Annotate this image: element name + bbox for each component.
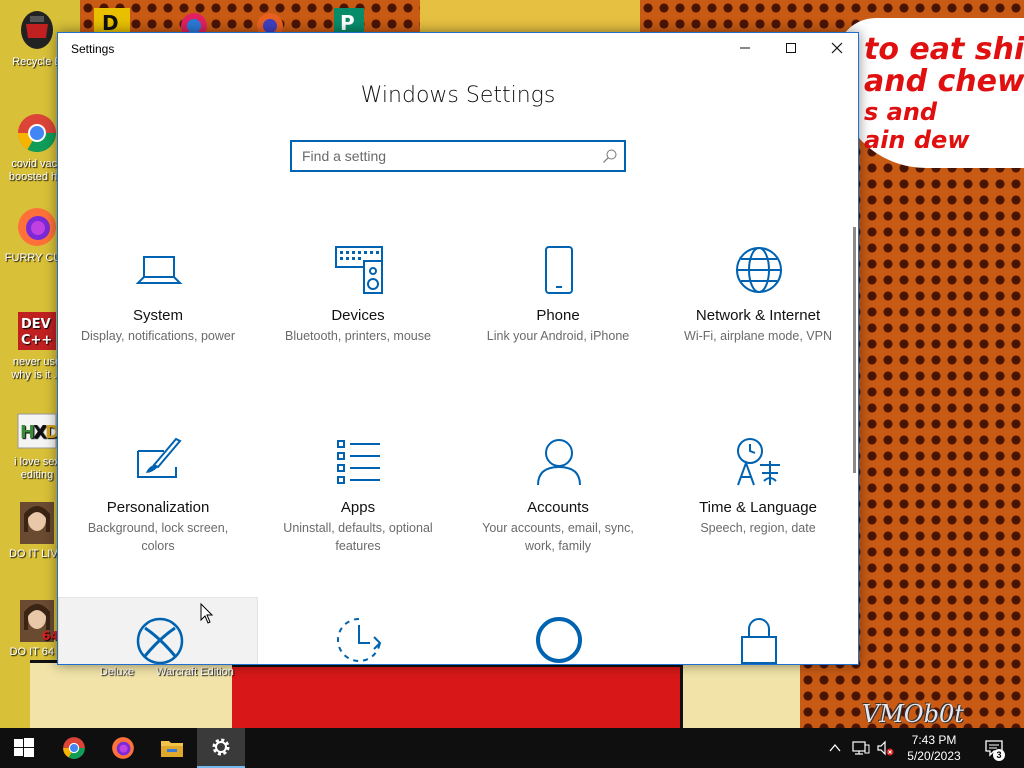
- minimize-icon: [740, 47, 750, 49]
- window-title: Settings: [71, 42, 115, 56]
- desktop-icon-label: Deluxe: [99, 666, 135, 678]
- cortana-circle-icon: [536, 617, 582, 663]
- search-icon[interactable]: [602, 148, 618, 164]
- tile-network-internet[interactable]: Network & Internet Wi-Fi, airplane mode,…: [658, 227, 858, 419]
- wallpaper-speech-bubble: to eat shit and chew s and ain dew: [836, 18, 1024, 168]
- firefox-icon: [18, 208, 56, 246]
- chrome-icon: [63, 737, 85, 759]
- taskbar-settings[interactable]: [197, 728, 245, 768]
- tile-label: System: [132, 307, 183, 324]
- close-icon: [831, 42, 843, 54]
- phone-icon: [545, 246, 573, 294]
- tile-time-language[interactable]: Time & Language Speech, region, date: [658, 419, 858, 611]
- speech-line-2: and chew: [864, 64, 1024, 99]
- taskbar: 7:43 PM 5/20/2023 3: [0, 728, 1024, 768]
- dev-cpp-icon: DEV C++: [18, 312, 56, 350]
- tile-devices[interactable]: Devices Bluetooth, printers, mouse: [258, 227, 458, 419]
- time-language-icon: [737, 438, 780, 486]
- notification-badge: 3: [993, 749, 1005, 761]
- settings-window: Settings Windows Settings System Display…: [57, 32, 859, 665]
- wallpaper-leg-right: [680, 664, 800, 728]
- tile-label: Phone: [536, 307, 580, 324]
- svg-text:C++: C++: [21, 333, 52, 348]
- svg-text:64: 64: [42, 629, 58, 642]
- hxd-icon: H X D: [17, 413, 58, 449]
- search-box[interactable]: [290, 140, 626, 172]
- speech-line-1: to eat shit: [864, 32, 1024, 67]
- close-button[interactable]: [814, 33, 858, 63]
- tile-label: Accounts: [527, 499, 589, 516]
- svg-text:DEV: DEV: [21, 317, 51, 332]
- tile-description: Bluetooth, printers, mouse: [285, 329, 431, 343]
- chrome-icon: [17, 114, 57, 153]
- tile-accounts[interactable]: Accounts Your accounts, email, sync, wor…: [458, 419, 658, 611]
- tile-description: Wi-Fi, airplane mode, VPN: [684, 329, 832, 343]
- network-icon[interactable]: [852, 740, 870, 756]
- clock-time: 7:43 PM: [911, 733, 957, 747]
- start-icon: [14, 738, 34, 757]
- tile-label: Network & Internet: [695, 307, 821, 324]
- system-tray: [828, 728, 894, 768]
- globe-icon: [736, 247, 782, 293]
- ease-of-access-icon: [337, 618, 382, 662]
- laptop-icon: [135, 256, 183, 284]
- maximize-icon: [786, 43, 796, 53]
- taskbar-file-explorer[interactable]: [148, 728, 196, 768]
- page-title: Windows Settings: [360, 83, 556, 108]
- tile-description: Link your Android, iPhone: [486, 329, 630, 343]
- tile-label: Devices: [331, 307, 385, 324]
- mouse-cursor-icon: [200, 603, 214, 624]
- recycle-bin-icon: [21, 11, 53, 49]
- person-icon: [537, 439, 581, 486]
- clock-date: 5/20/2023: [907, 749, 961, 763]
- start-button[interactable]: [0, 728, 48, 768]
- desktop-icon-warcraft[interactable]: Warcraft Edition: [152, 666, 238, 679]
- tile-description: Uninstall, defaults, optional features: [283, 521, 433, 553]
- desktop-icon-label: Warcraft Edition: [156, 666, 234, 678]
- chevron-up-icon[interactable]: [828, 741, 842, 755]
- tile-search[interactable]: [458, 597, 658, 664]
- tile-label: Apps: [340, 499, 376, 516]
- tile-personalization[interactable]: Personalization Background, lock screen,…: [58, 419, 258, 611]
- search-input[interactable]: [292, 142, 592, 170]
- xbox-icon: [136, 617, 184, 664]
- keyboard-speaker-icon: [335, 246, 383, 294]
- tile-apps[interactable]: Apps Uninstall, defaults, optional featu…: [258, 419, 458, 611]
- maximize-button[interactable]: [768, 33, 814, 63]
- tile-phone[interactable]: Phone Link your Android, iPhone: [458, 227, 658, 419]
- desktop-icon-deluxe[interactable]: Deluxe: [82, 666, 152, 679]
- portrait-64-icon: 64: [20, 600, 58, 642]
- tile-label: Personalization: [106, 499, 210, 516]
- paintbrush-icon: [137, 437, 182, 478]
- settings-gear-icon: [212, 738, 230, 756]
- speech-line-4: ain dew: [864, 126, 970, 154]
- tile-privacy[interactable]: [658, 597, 858, 664]
- file-explorer-icon: [161, 741, 183, 757]
- volume-muted-icon[interactable]: [876, 740, 894, 756]
- action-center-button[interactable]: [972, 728, 1016, 768]
- title-bar[interactable]: Settings: [58, 33, 858, 63]
- taskbar-clock[interactable]: 7:43 PM 5/20/2023: [896, 732, 972, 764]
- minimize-button[interactable]: [722, 33, 768, 63]
- lock-icon: [741, 618, 777, 664]
- tile-gaming[interactable]: [58, 597, 258, 664]
- wallpaper-watermark: VMOb0t: [862, 700, 964, 728]
- tile-description: Speech, region, date: [700, 521, 816, 535]
- taskbar-chrome[interactable]: [50, 728, 98, 768]
- speech-line-3: s and: [864, 98, 938, 126]
- apps-list-icon: [337, 440, 380, 484]
- tile-description: Your accounts, email, sync, work, family: [482, 521, 634, 553]
- firefox-icon: [112, 737, 134, 759]
- tile-label: Time & Language: [699, 499, 817, 516]
- portrait-icon: [20, 502, 54, 544]
- tile-description: Background, lock screen, colors: [87, 521, 229, 553]
- taskbar-firefox[interactable]: [99, 728, 147, 768]
- tile-system[interactable]: System Display, notifications, power: [58, 227, 258, 419]
- tile-description: Display, notifications, power: [80, 329, 235, 343]
- tile-ease-of-access[interactable]: [258, 597, 458, 664]
